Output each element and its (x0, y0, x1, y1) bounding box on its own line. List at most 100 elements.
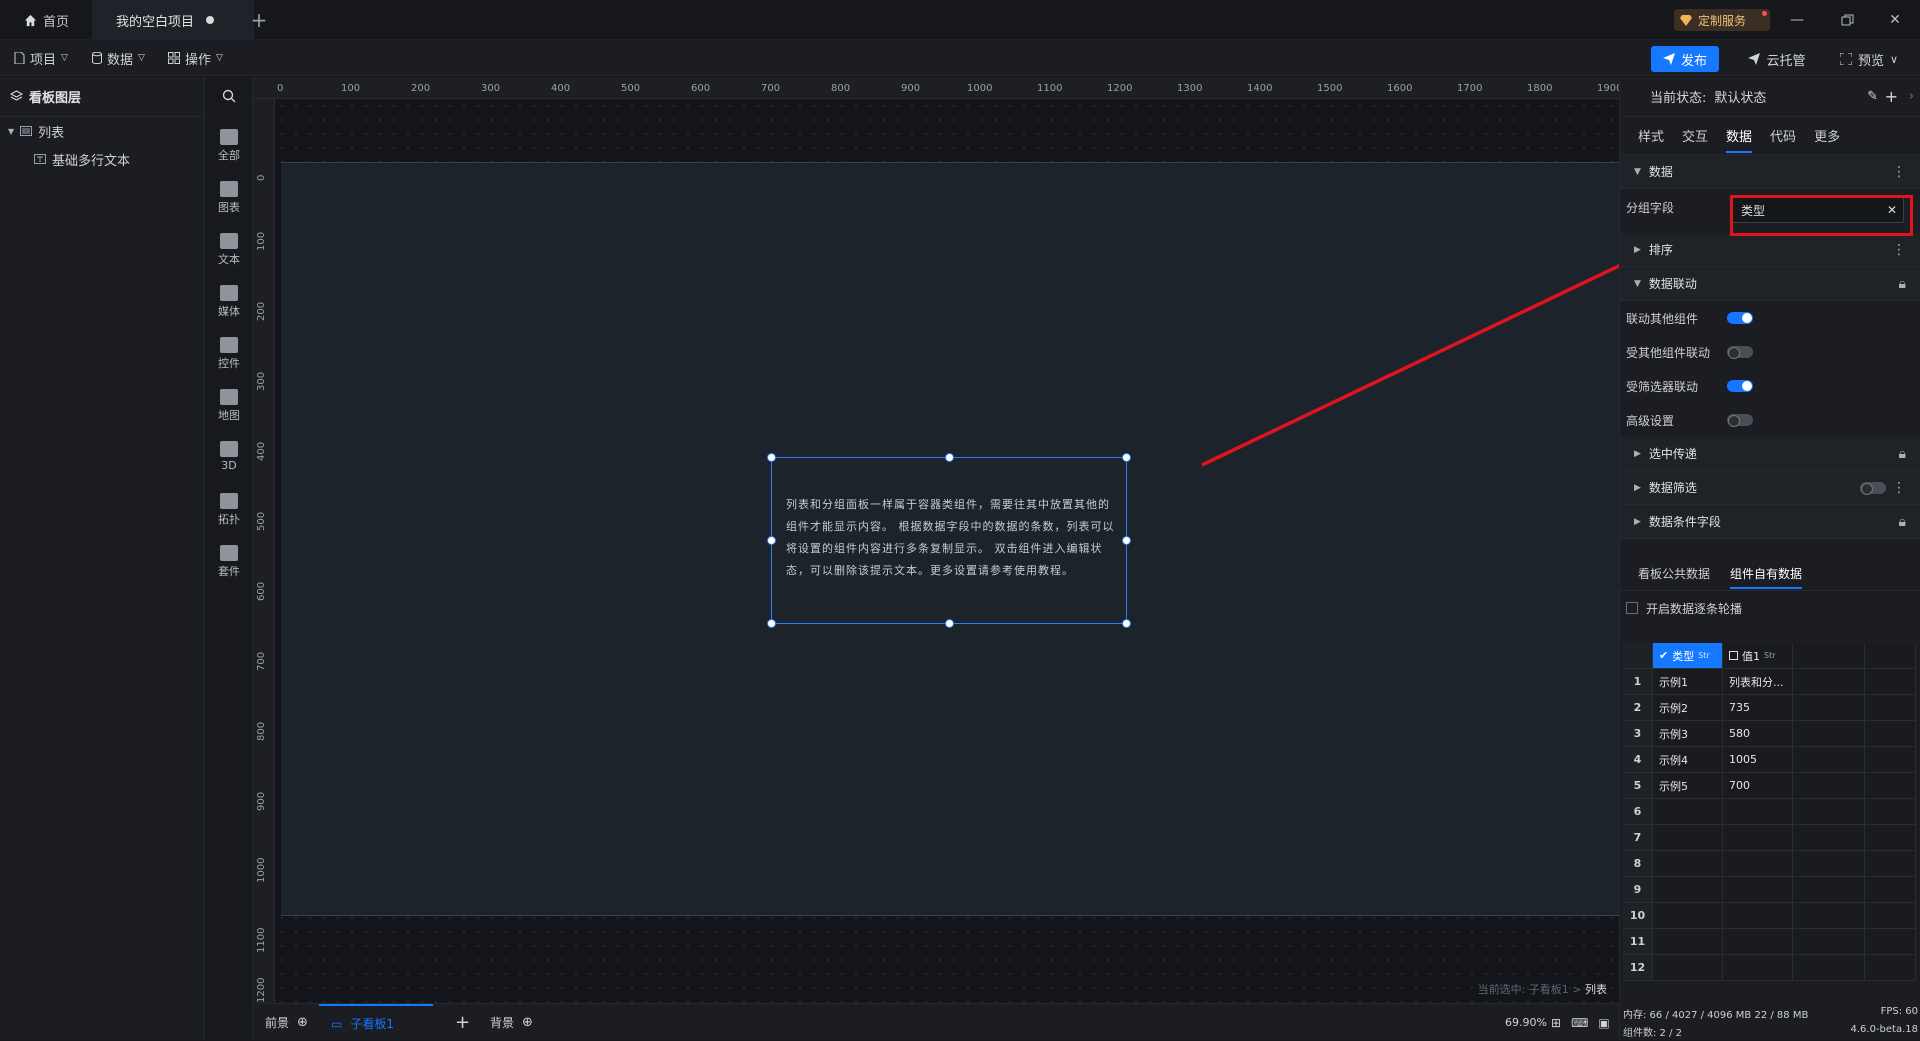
row-number[interactable]: 2 (1623, 695, 1653, 721)
row-number[interactable]: 8 (1623, 851, 1653, 877)
add-board-button[interactable]: + (455, 1004, 470, 1041)
row-number[interactable]: 5 (1623, 773, 1653, 799)
resize-handle[interactable] (767, 619, 776, 628)
grid-cell[interactable] (1793, 747, 1865, 773)
grid-cell[interactable] (1793, 903, 1865, 929)
grid-cell[interactable]: 示例1 (1653, 669, 1723, 695)
row-number[interactable]: 10 (1623, 903, 1653, 929)
list-component[interactable]: 列表和分组面板一样属于容器类组件，需要往其中放置其他的组件才能显示内容。 根据数… (767, 453, 1131, 628)
zoom-level[interactable]: 69.90% (1505, 1004, 1547, 1041)
row-number[interactable]: 7 (1623, 825, 1653, 851)
grid-cell[interactable] (1793, 955, 1865, 981)
grid-cell[interactable] (1653, 955, 1723, 981)
grid-cell[interactable] (1793, 851, 1865, 877)
tab-home[interactable]: 首页 (10, 0, 90, 40)
row-number[interactable]: 9 (1623, 877, 1653, 903)
row-number[interactable]: 6 (1623, 799, 1653, 825)
tab-project[interactable]: 我的空白项目 (92, 0, 254, 40)
grid-cell[interactable] (1723, 851, 1793, 877)
lock-icon[interactable]: 🔒︎ (1899, 276, 1906, 292)
palette-chart[interactable]: 图表 (205, 181, 253, 215)
grid-cell[interactable] (1865, 929, 1916, 955)
palette-suite[interactable]: 套件 (205, 545, 253, 579)
column-header-empty[interactable] (1793, 643, 1865, 669)
lock-icon[interactable]: 🔒︎ (1899, 446, 1906, 462)
resize-handle[interactable] (1122, 619, 1131, 628)
grid-cell[interactable] (1865, 903, 1916, 929)
grid-cell[interactable]: 示例4 (1653, 747, 1723, 773)
section-select-pass[interactable]: ▶ 选中传递 🔒︎ (1620, 437, 1920, 471)
grid-cell[interactable]: 1005 (1723, 747, 1793, 773)
palette-3d[interactable]: 3D (205, 441, 253, 472)
grid-cell[interactable] (1793, 877, 1865, 903)
terminal-icon[interactable]: ▣ (1598, 1016, 1609, 1030)
grid-cell[interactable] (1865, 825, 1916, 851)
layer-item-multiline-text[interactable]: 基础多行文本 (0, 145, 204, 173)
grid-cell[interactable] (1723, 903, 1793, 929)
more-vertical-icon[interactable]: ⋮ (1892, 242, 1906, 258)
carousel-checkbox[interactable] (1626, 602, 1638, 614)
section-sort[interactable]: ▶ 排序 ⋮ (1620, 233, 1920, 267)
link-others-toggle[interactable] (1727, 312, 1753, 324)
resize-handle[interactable] (767, 536, 776, 545)
grid-cell[interactable] (1723, 955, 1793, 981)
data-filter-toggle[interactable] (1860, 481, 1886, 495)
section-linkage[interactable]: ▼ 数据联动 🔒︎ (1620, 267, 1920, 301)
grid-cell[interactable] (1793, 825, 1865, 851)
column-header-value1[interactable]: 值1 Str (1723, 643, 1793, 669)
section-condition-field[interactable]: ▶ 数据条件字段 🔒︎ (1620, 505, 1920, 539)
tab-component-own-data[interactable]: 组件自有数据 (1730, 565, 1803, 589)
preview-button[interactable]: 预览 ∨ (1826, 46, 1912, 72)
resize-handle[interactable] (1122, 536, 1131, 545)
palette-text[interactable]: 文本 (205, 233, 253, 267)
subboard-tab[interactable]: ▭ 子看板1 (319, 1004, 433, 1041)
palette-map[interactable]: 地图 (205, 389, 253, 423)
grid-cell[interactable] (1653, 929, 1723, 955)
row-number[interactable]: 11 (1623, 929, 1653, 955)
resize-handle[interactable] (767, 453, 776, 462)
resize-handle[interactable] (945, 619, 954, 628)
section-data-filter[interactable]: ▶ 数据筛选 ⋮ (1620, 471, 1920, 505)
add-state-icon[interactable]: + (1885, 87, 1898, 106)
close-window-button[interactable]: ✕ (1870, 0, 1920, 40)
grid-cell[interactable]: 示例5 (1653, 773, 1723, 799)
grid-cell[interactable] (1865, 773, 1916, 799)
more-vertical-icon[interactable]: ⋮ (1892, 480, 1906, 496)
grid-cell[interactable] (1723, 877, 1793, 903)
more-vertical-icon[interactable]: ⋮ (1892, 164, 1906, 180)
tab-more[interactable]: 更多 (1814, 126, 1840, 145)
palette-media[interactable]: 媒体 (205, 285, 253, 319)
column-header-empty[interactable] (1865, 643, 1916, 669)
tab-board-public-data[interactable]: 看板公共数据 (1638, 565, 1710, 582)
palette-control[interactable]: 控件 (205, 337, 253, 371)
background-tab[interactable]: 背景 ⊕ (490, 1004, 533, 1041)
grid-cell[interactable] (1865, 799, 1916, 825)
grid-cell[interactable] (1793, 695, 1865, 721)
grid-cell[interactable] (1793, 669, 1865, 695)
grid-cell[interactable]: 700 (1723, 773, 1793, 799)
tab-interaction[interactable]: 交互 (1682, 126, 1708, 145)
grid-cell[interactable] (1793, 929, 1865, 955)
tab-code[interactable]: 代码 (1770, 126, 1796, 145)
grid-cell[interactable] (1865, 721, 1916, 747)
grid-cell[interactable] (1723, 799, 1793, 825)
grid-cell[interactable] (1653, 851, 1723, 877)
grid-cell[interactable] (1653, 877, 1723, 903)
grid-cell[interactable] (1865, 851, 1916, 877)
keyboard-icon[interactable]: ⌨ (1571, 1016, 1588, 1030)
cloud-host-button[interactable]: 云托管 (1737, 46, 1817, 72)
custom-service-button[interactable]: 定制服务 (1674, 9, 1770, 31)
menu-operate[interactable]: 操作 ▽ (168, 40, 223, 76)
minimize-button[interactable]: — (1772, 0, 1822, 40)
grid-cell[interactable] (1865, 695, 1916, 721)
foreground-tab[interactable]: 前景 ⊕ (265, 1004, 308, 1041)
resize-handle[interactable] (1122, 453, 1131, 462)
linked-by-filter-toggle[interactable] (1727, 380, 1753, 392)
add-tab-button[interactable]: + (244, 0, 274, 40)
column-header-type[interactable]: ✔ 类型 Str (1653, 643, 1723, 669)
grid-cell[interactable]: 示例3 (1653, 721, 1723, 747)
add-circle-icon[interactable]: ⊕ (297, 1015, 308, 1030)
grid-cell[interactable] (1793, 721, 1865, 747)
grid-cell[interactable] (1723, 929, 1793, 955)
grid-cell[interactable]: 580 (1723, 721, 1793, 747)
